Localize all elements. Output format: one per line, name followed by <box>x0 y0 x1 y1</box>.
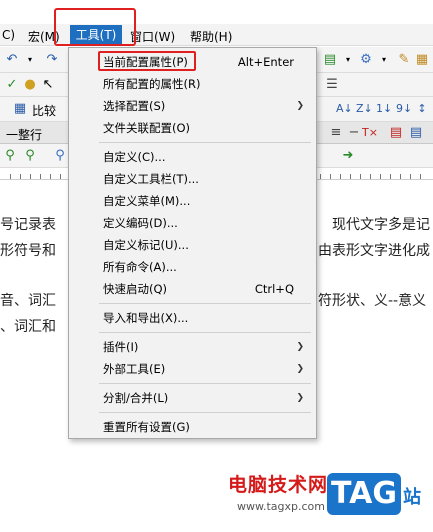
menu-item-previous[interactable]: C) <box>2 28 15 42</box>
annotation-highlight-menu-item <box>98 51 196 71</box>
document-line: 、词汇和 <box>0 319 56 335</box>
undo-icon[interactable]: ↶ <box>4 52 20 68</box>
menu-separator <box>99 332 311 333</box>
document-icon[interactable]: ▤ <box>322 52 338 68</box>
sort-numeric-icon[interactable]: 1↓ <box>376 101 392 117</box>
search-next-icon[interactable]: ⚲ <box>2 148 18 164</box>
document-line: 形符号和 <box>0 243 56 259</box>
menu-item-customize[interactable]: 自定义(C)... <box>69 147 316 167</box>
minus-icon[interactable]: − <box>346 125 362 141</box>
watermark-suffix: 站 <box>403 487 421 508</box>
document-line: 号记录表 <box>0 217 56 233</box>
menu-item-quick-launch[interactable]: 快速启动(Q) Ctrl+Q <box>69 279 316 299</box>
list-icon[interactable]: ☰ <box>324 77 340 93</box>
menu-separator <box>99 383 311 384</box>
document-line: 现代文字多是记 <box>332 217 430 233</box>
menu-item-split-merge[interactable]: 分割/合并(L) ❯ <box>69 388 316 408</box>
menu-item-define-encoding[interactable]: 定义编码(D)... <box>69 213 316 233</box>
watermark-site-name: 电脑技术网 <box>228 474 329 496</box>
search-prev-icon[interactable]: ⚲ <box>22 148 38 164</box>
menu-separator <box>99 412 311 413</box>
document-line: 符形状、义--意义 <box>318 293 427 309</box>
menu-item-window[interactable]: 窗口(W) <box>130 28 175 45</box>
align-icon[interactable]: ≡ <box>328 125 344 141</box>
watermark-url: www.tagxp.com <box>237 500 325 513</box>
menu-separator <box>99 142 311 143</box>
arrow-right-icon[interactable]: ➜ <box>340 148 356 164</box>
dropdown-arrow-icon[interactable]: ▾ <box>22 52 38 68</box>
page-icon[interactable]: ▤ <box>388 125 404 141</box>
sort-ascending-icon[interactable]: A↓ <box>336 101 353 117</box>
menu-item-select-config[interactable]: 选择配置(S) ❯ <box>69 96 316 116</box>
tab-label[interactable]: 一整行 <box>6 126 42 143</box>
cursor-icon[interactable]: ↖ <box>40 77 56 93</box>
grid-icon[interactable]: ▦ <box>12 101 28 117</box>
menu-item-import-export[interactable]: 导入和导出(X)... <box>69 308 316 328</box>
menu-item-all-config-properties[interactable]: 所有配置的属性(R) <box>69 74 316 94</box>
sort-options-icon[interactable]: ↕ <box>414 101 430 117</box>
clear-format-icon[interactable]: T× <box>362 125 378 141</box>
annotation-highlight-tools <box>54 8 136 46</box>
menu-item-plugins[interactable]: 插件(I) ❯ <box>69 337 316 357</box>
menu-item-custom-markers[interactable]: 自定义标记(U)... <box>69 235 316 255</box>
note-icon[interactable]: ▦ <box>414 52 430 68</box>
circle-icon[interactable]: ● <box>22 77 38 93</box>
menu-item-external-tools[interactable]: 外部工具(E) ❯ <box>69 359 316 379</box>
page-list-icon[interactable]: ▤ <box>408 125 424 141</box>
search-icon[interactable]: ⚲ <box>52 148 68 164</box>
menu-item-help[interactable]: 帮助(H) <box>190 28 232 45</box>
menu-item-file-association[interactable]: 文件关联配置(O) <box>69 118 316 138</box>
dropdown-arrow-icon[interactable]: ▾ <box>340 52 356 68</box>
menu-separator <box>99 303 311 304</box>
compare-button[interactable]: 比较 <box>32 102 56 119</box>
watermark-logo: TAG <box>327 473 401 515</box>
tools-menu-dropdown: 当前配置属性(P) Alt+Enter 所有配置的属性(R) 选择配置(S) ❯… <box>68 47 317 439</box>
menu-item-all-commands[interactable]: 所有命令(A)... <box>69 257 316 277</box>
check-icon[interactable]: ✓ <box>4 77 20 93</box>
menu-item-reset-all-settings[interactable]: 重置所有设置(G) <box>69 417 316 437</box>
menu-item-customize-toolbars[interactable]: 自定义工具栏(T)... <box>69 169 316 189</box>
chevron-right-icon: ❯ <box>296 342 304 352</box>
chevron-right-icon: ❯ <box>296 393 304 403</box>
edit-icon[interactable]: ✎ <box>396 52 412 68</box>
redo-icon[interactable]: ↷ <box>44 52 60 68</box>
sort-descending-icon[interactable]: Z↓ <box>356 101 373 117</box>
chevron-right-icon: ❯ <box>296 101 304 111</box>
sort-reverse-icon[interactable]: 9↓ <box>396 101 412 117</box>
menu-item-customize-menus[interactable]: 自定义菜单(M)... <box>69 191 316 211</box>
dropdown-arrow-icon[interactable]: ▾ <box>376 52 392 68</box>
chevron-right-icon: ❯ <box>296 364 304 374</box>
settings-icon[interactable]: ⚙ <box>358 52 374 68</box>
document-line: 由表形文字进化成 <box>318 243 430 259</box>
document-line: 音、词汇 <box>0 293 56 309</box>
